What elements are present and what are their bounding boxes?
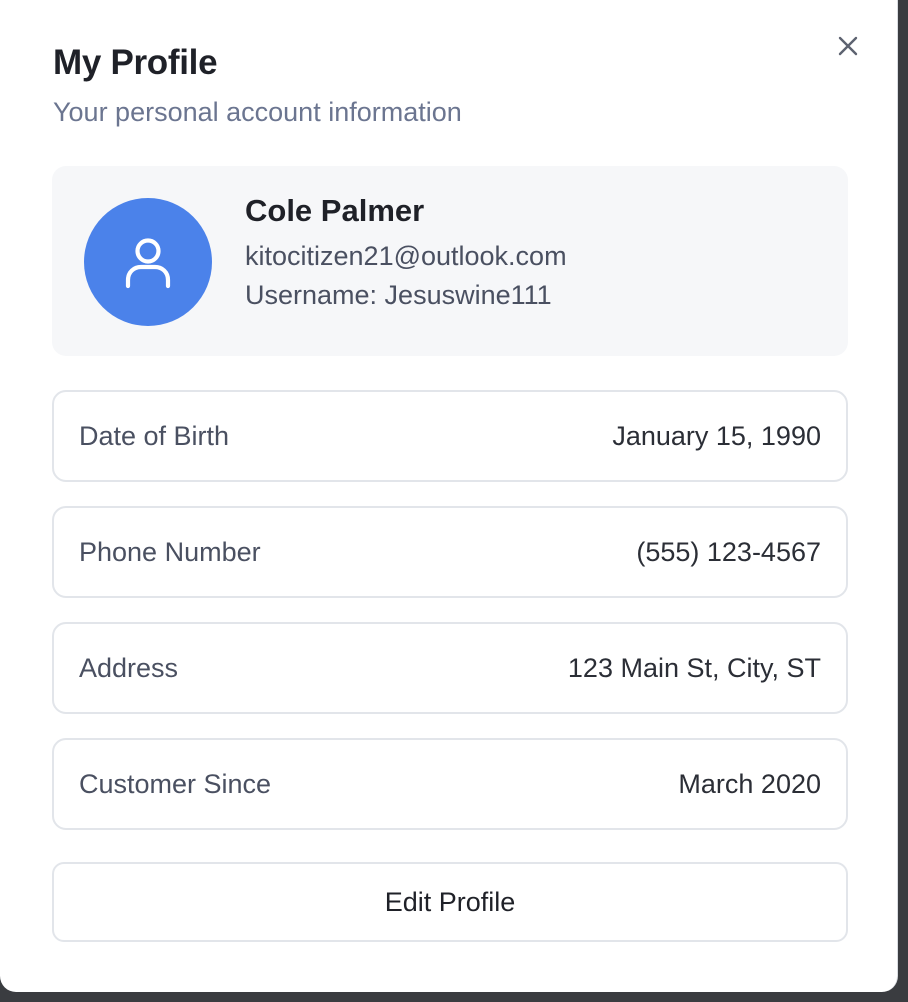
detail-label: Customer Since xyxy=(79,768,272,799)
profile-summary-card: Cole Palmer kitocitizen21@outlook.com Us… xyxy=(52,166,848,356)
close-icon xyxy=(838,36,858,56)
detail-value: March 2020 xyxy=(678,768,821,799)
detail-value: January 15, 1990 xyxy=(612,420,821,451)
profile-email: kitocitizen21@outlook.com xyxy=(245,241,567,271)
dialog-subtitle: Your personal account information xyxy=(53,97,462,127)
detail-label: Address xyxy=(79,652,179,683)
profile-username: Username: Jesuswine111 xyxy=(245,280,552,310)
detail-row-customer-since: Customer Since March 2020 xyxy=(52,738,848,830)
user-icon xyxy=(125,238,171,289)
detail-row-date-of-birth: Date of Birth January 15, 1990 xyxy=(52,390,848,482)
detail-label: Phone Number xyxy=(79,536,261,567)
detail-value: (555) 123-4567 xyxy=(636,536,821,567)
profile-name: Cole Palmer xyxy=(245,193,425,228)
detail-row-address: Address 123 Main St, City, ST xyxy=(52,622,848,714)
detail-label: Date of Birth xyxy=(79,420,230,451)
close-button[interactable] xyxy=(834,32,862,60)
avatar xyxy=(84,198,212,326)
edit-profile-button[interactable]: Edit Profile xyxy=(52,862,848,942)
profile-dialog: My Profile Your personal account informa… xyxy=(0,0,898,992)
dialog-title: My Profile xyxy=(53,43,218,82)
detail-row-phone-number: Phone Number (555) 123-4567 xyxy=(52,506,848,598)
detail-value: 123 Main St, City, ST xyxy=(567,652,821,683)
